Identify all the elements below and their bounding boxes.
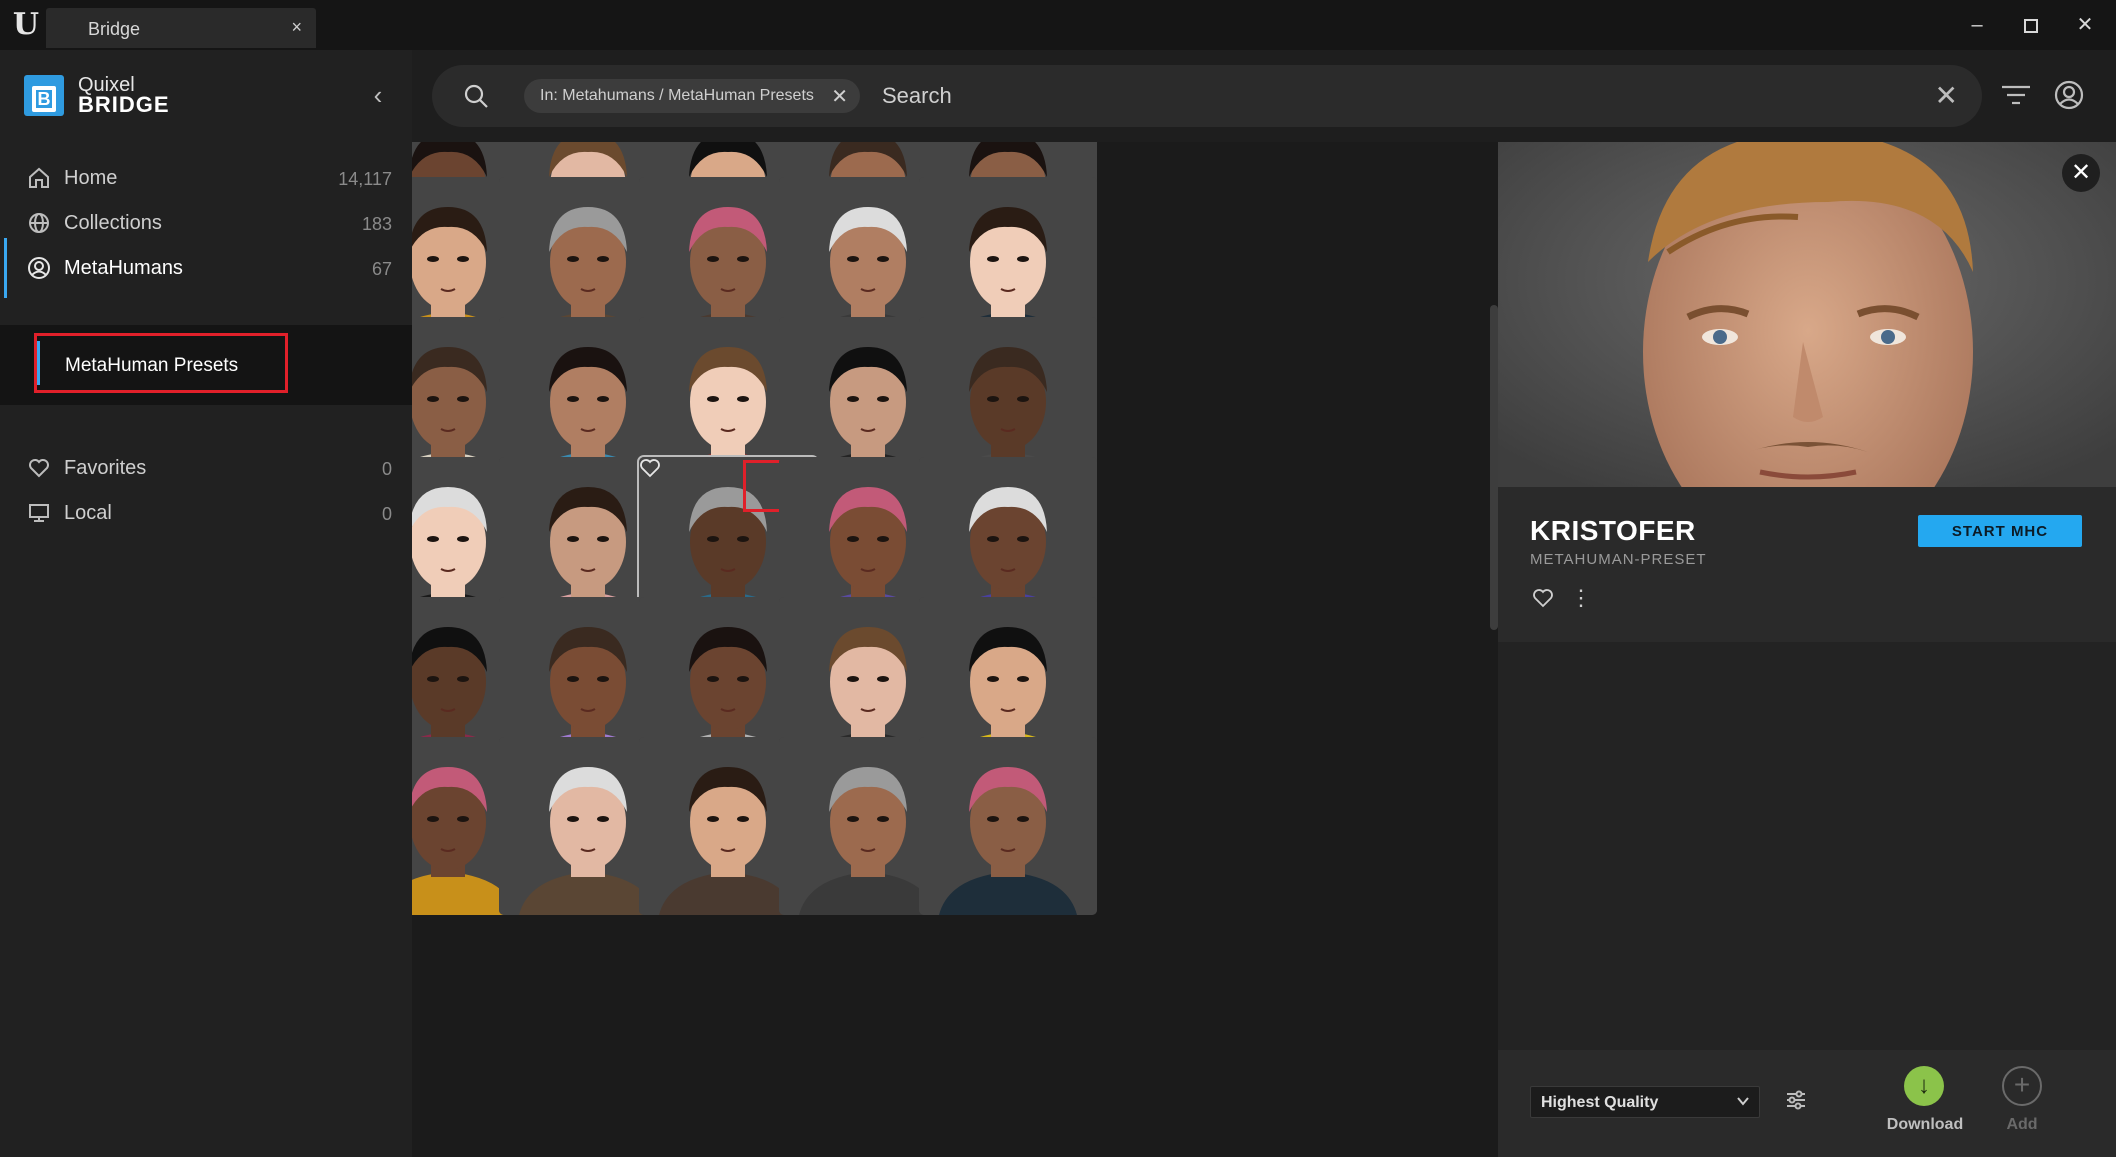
search-input[interactable] xyxy=(882,79,1882,113)
start-mhc-button[interactable]: START MHC xyxy=(1918,515,2082,547)
close-window-button[interactable]: ✕ xyxy=(2070,10,2100,40)
home-icon xyxy=(29,167,49,188)
remove-filter-icon[interactable]: ✕ xyxy=(831,84,848,109)
clear-search-icon[interactable]: ✕ xyxy=(1935,79,1958,113)
asset-name: KRISTOFER xyxy=(1530,515,1696,546)
preview-image: ✕ xyxy=(1498,142,2116,487)
close-detail-button[interactable]: ✕ xyxy=(2062,154,2100,192)
metahumans-subnav: MetaHuman Presets xyxy=(0,325,412,405)
account-icon[interactable] xyxy=(2052,78,2086,112)
brand-name-bottom: BRIDGE xyxy=(78,92,170,117)
filter-chip-label: In: Metahumans / MetaHuman Presets xyxy=(540,87,814,104)
sidebar-item-local[interactable]: Local 0 xyxy=(0,483,412,543)
asset-type: METAHUMAN-PRESET xyxy=(1530,551,1707,568)
user-circle-icon xyxy=(28,257,50,279)
sidebar-item-count: 67 xyxy=(371,259,392,279)
filter-icon[interactable] xyxy=(2000,80,2032,110)
sidebar-item-count: 0 xyxy=(381,459,392,479)
sidebar-item-count: 0 xyxy=(381,504,392,524)
search-box[interactable]: In: Metahumans / MetaHuman Presets ✕ ✕ xyxy=(432,65,1982,127)
asset-grid: Gavin↓ xyxy=(412,142,1498,1157)
sidebar-item-label: Local xyxy=(64,502,112,524)
grid-scrollbar[interactable] xyxy=(1490,305,1498,630)
sidebar-item-metahumans[interactable]: MetaHumans 67 xyxy=(0,238,412,298)
download-icon: ↓ xyxy=(1904,1066,1944,1106)
download-button[interactable]: ↓ Download xyxy=(1880,1066,1970,1146)
quality-select[interactable]: Highest Quality xyxy=(1530,1086,1760,1118)
monitor-icon xyxy=(29,504,49,522)
download-footer: Highest Quality ↓ Download + Add xyxy=(1498,1050,2116,1157)
asset-info: KRISTOFER METAHUMAN-PRESET START MHC ⋮ xyxy=(1498,487,2116,642)
maximize-icon xyxy=(2024,18,2038,33)
app-tab-title: Bridge xyxy=(88,19,141,39)
collapse-sidebar-button[interactable]: ‹ xyxy=(366,80,390,110)
minimize-button[interactable]: – xyxy=(1962,10,1992,40)
more-options-icon[interactable]: ⋮ xyxy=(1570,585,1592,611)
heart-icon xyxy=(29,459,49,478)
sidebar: B Quixel BRIDGE ‹ Home 14,117 Collection… xyxy=(0,50,412,1157)
chevron-down-icon xyxy=(1737,1097,1749,1106)
tab-close-icon[interactable]: × xyxy=(291,17,302,38)
detail-panel: ✕ KRISTOFER METAHUMAN-PRESET START MHC ⋮… xyxy=(1498,142,2116,1157)
title-bar: U Bridge × – ✕ xyxy=(0,0,2116,50)
search-icon xyxy=(464,84,488,108)
app-tab[interactable]: Bridge × xyxy=(46,8,316,48)
asset-tile[interactable] xyxy=(919,737,1097,915)
filter-chip[interactable]: In: Metahumans / MetaHuman Presets ✕ xyxy=(524,79,860,113)
sidebar-item-label: MetaHumans xyxy=(64,257,183,279)
sidebar-subitem-label: MetaHuman Presets xyxy=(65,355,239,376)
sidebar-item-label: Collections xyxy=(64,212,162,234)
maximize-button[interactable] xyxy=(2016,10,2046,40)
sidebar-item-metahuman-presets[interactable]: MetaHuman Presets xyxy=(34,333,288,393)
globe-icon xyxy=(29,213,49,233)
add-button[interactable]: + Add xyxy=(1992,1066,2052,1146)
tile-favorite-heart-icon[interactable] xyxy=(639,457,661,479)
portrait-image xyxy=(919,737,1097,915)
add-label: Add xyxy=(2006,1116,2038,1133)
bridge-logo-icon: B xyxy=(24,75,64,116)
download-label: Download xyxy=(1886,1116,1964,1133)
add-icon: + xyxy=(2002,1066,2042,1106)
sidebar-item-label: Favorites xyxy=(64,457,147,479)
sidebar-item-count: 14,117 xyxy=(338,169,392,189)
unreal-logo-icon: U xyxy=(12,7,40,42)
search-bar-region: In: Metahumans / MetaHuman Presets ✕ ✕ xyxy=(412,50,2116,142)
kristofer-portrait-image xyxy=(1498,142,2116,487)
favorite-heart-icon[interactable] xyxy=(1532,587,1554,609)
download-settings-icon[interactable] xyxy=(1784,1088,1808,1112)
quality-select-value: Highest Quality xyxy=(1541,1094,1659,1111)
sidebar-item-label: Home xyxy=(64,167,118,189)
sidebar-item-count: 183 xyxy=(361,214,392,234)
